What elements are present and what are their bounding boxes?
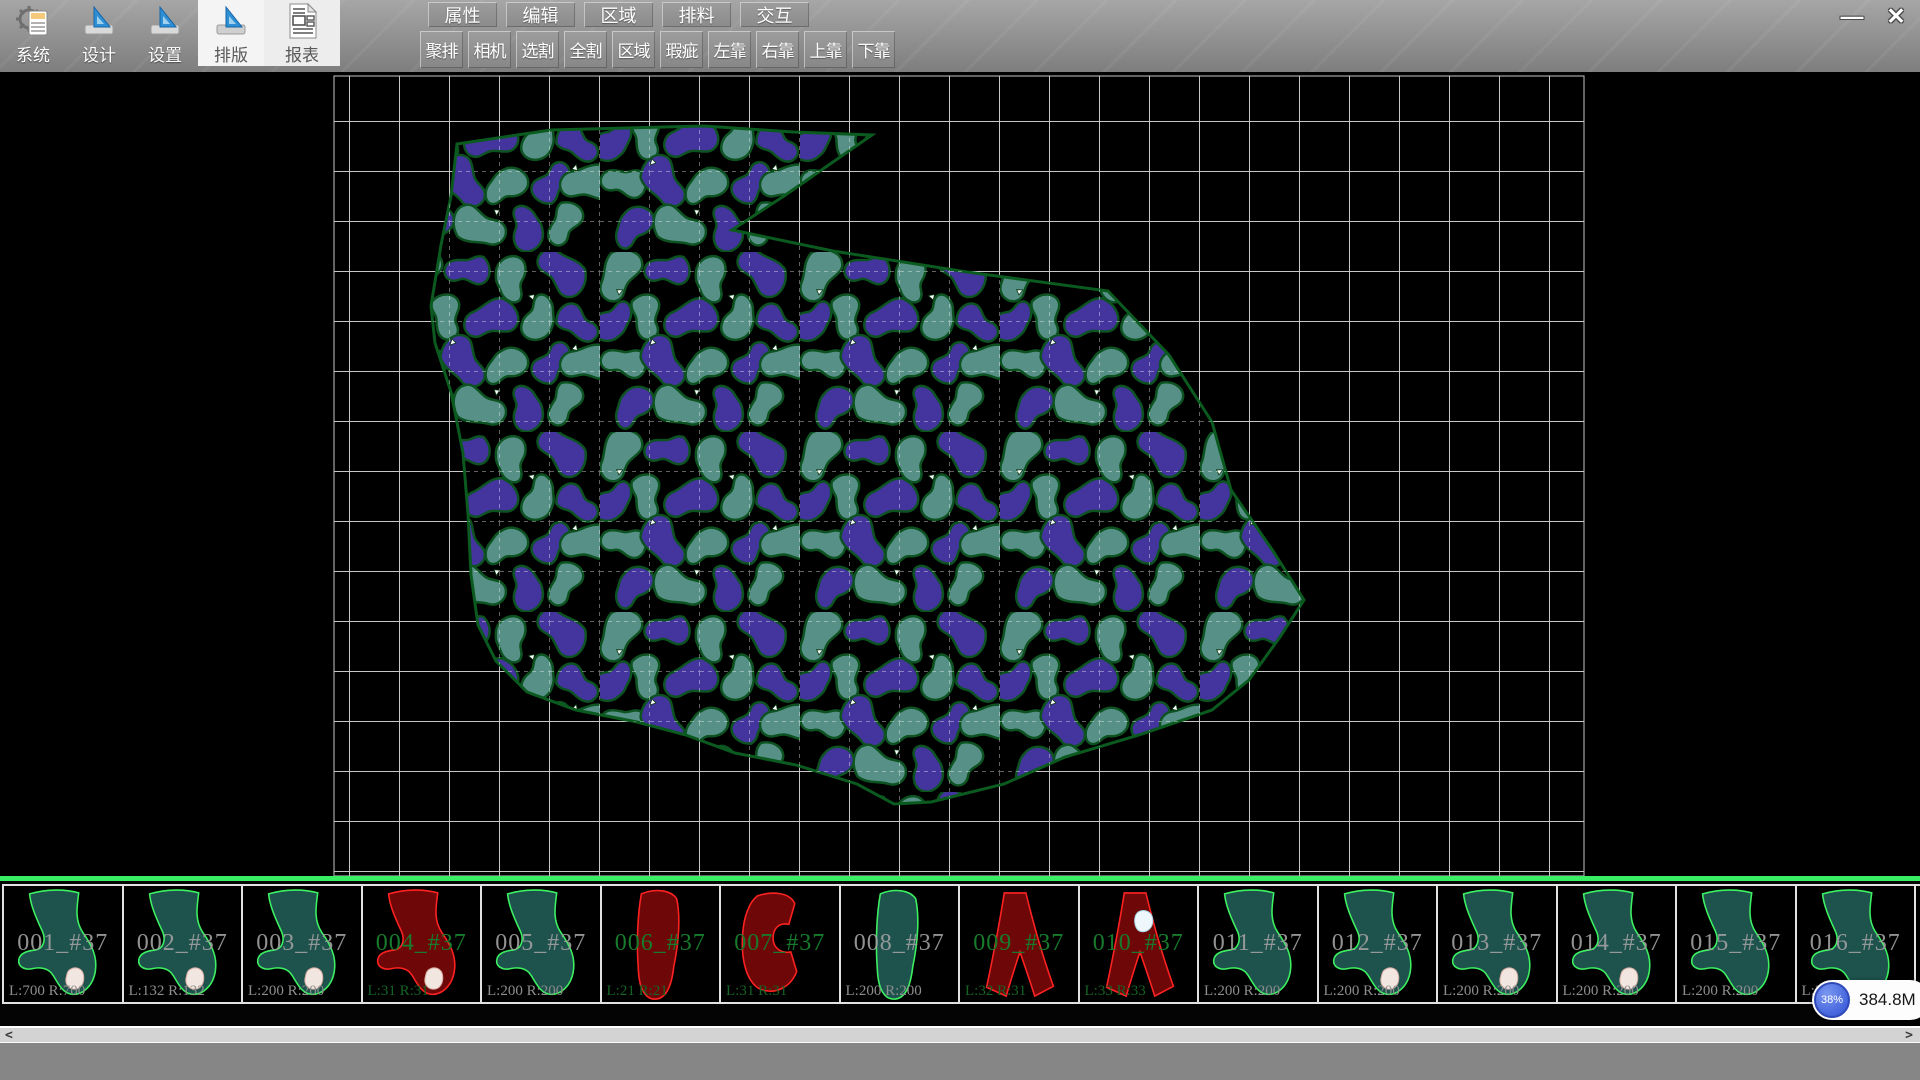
memory-size-label: 384.8M	[1859, 980, 1916, 1020]
piece-id-label: 004_#37	[363, 930, 481, 957]
piece-thumbnail[interactable]: 003_#37 L:200 R:200	[241, 884, 361, 1004]
piece-thumbnail-row: 001_#37 L:700 R:700 002_#37 L:132 R:132 …	[2, 884, 1920, 1004]
piece-id-label: 016_#37	[1797, 930, 1915, 957]
piece-thumbnail[interactable]: 013_#37 L:200 R:200	[1436, 884, 1556, 1004]
menu-properties[interactable]: 属性	[428, 2, 497, 27]
piece-thumbnail[interactable]: 015_#37 L:200 R:200	[1675, 884, 1795, 1004]
application-window: 系统 设计 设置	[0, 0, 1920, 1080]
horizontal-scrollbar[interactable]: < >	[0, 1026, 1920, 1043]
memory-usage-badge[interactable]: 38% 384.8M	[1812, 980, 1920, 1020]
tool-cut-all[interactable]: 全割	[564, 31, 607, 68]
menu-nesting[interactable]: 排料	[662, 2, 731, 27]
set-square-icon	[212, 2, 250, 40]
app-tab-label: 排版	[214, 41, 248, 66]
tool-camera[interactable]: 相机	[468, 31, 511, 68]
piece-thumbnail[interactable]: 006_#37 L:21 R:21	[600, 884, 720, 1004]
piece-thumbnail-strip: 001_#37 L:700 R:700 002_#37 L:132 R:132 …	[0, 881, 1920, 1026]
scroll-left-icon[interactable]: <	[5, 1028, 13, 1042]
piece-thumbnail[interactable]: 008_#37 L:200 R:200	[839, 884, 959, 1004]
piece-thumbnail[interactable]: 007_#37 L:31 R:31	[719, 884, 839, 1004]
piece-id-label: 005_#37	[482, 930, 600, 957]
piece-lr-label: L:31 R:31	[726, 983, 787, 1000]
piece-id-label: 017_#37	[1916, 930, 1920, 957]
piece-lr-label: L:200 R:200	[487, 983, 563, 1000]
piece-id-label: 011_#37	[1199, 930, 1317, 957]
canvas-drawing	[0, 72, 1920, 876]
piece-id-label: 001_#37	[4, 930, 122, 957]
piece-lr-label: L:200 R:200	[1563, 983, 1639, 1000]
piece-lr-label: L:200 R:200	[846, 983, 922, 1000]
toolbar: 聚排 相机 选割 全割 区域 瑕疵 左靠 右靠 上靠 下靠	[420, 31, 895, 68]
piece-thumbnail[interactable]: 001_#37 L:700 R:700	[2, 884, 122, 1004]
piece-id-label: 013_#37	[1438, 930, 1556, 957]
app-tab-label: 设置	[148, 41, 182, 66]
piece-id-label: 014_#37	[1558, 930, 1676, 957]
tool-align-left[interactable]: 左靠	[708, 31, 751, 68]
piece-id-label: 012_#37	[1319, 930, 1437, 957]
app-tab-design[interactable]: 设计	[66, 0, 132, 66]
piece-lr-label: L:200 R:200	[248, 983, 324, 1000]
app-tab-settings[interactable]: 设置	[132, 0, 198, 66]
piece-id-label: 010_#37	[1080, 930, 1198, 957]
piece-lr-label: L:200 R:200	[1443, 983, 1519, 1000]
app-tab-label: 设计	[82, 41, 116, 66]
app-tab-report[interactable]: 报表	[264, 0, 340, 66]
app-tab-bar: 系统 设计 设置	[0, 0, 340, 66]
tool-align-bottom[interactable]: 下靠	[852, 31, 895, 68]
piece-id-label: 006_#37	[602, 930, 720, 957]
app-tab-label: 报表	[285, 41, 319, 66]
tool-region[interactable]: 区域	[612, 31, 655, 68]
piece-lr-label: L:700 R:700	[9, 983, 85, 1000]
piece-thumbnail[interactable]: 014_#37 L:200 R:200	[1556, 884, 1676, 1004]
piece-thumbnail[interactable]: 002_#37 L:132 R:132	[122, 884, 242, 1004]
piece-lr-label: L:32 R:31	[965, 983, 1026, 1000]
report-document-icon	[283, 2, 321, 40]
piece-lr-label: L:200 R:200	[1324, 983, 1400, 1000]
scroll-right-icon[interactable]: >	[1905, 1028, 1913, 1042]
piece-id-label: 002_#37	[124, 930, 242, 957]
piece-id-label: 009_#37	[960, 930, 1078, 957]
piece-thumbnail[interactable]: 005_#37 L:200 R:200	[480, 884, 600, 1004]
piece-thumbnail[interactable]: 009_#37 L:32 R:31	[958, 884, 1078, 1004]
piece-id-label: 003_#37	[243, 930, 361, 957]
piece-id-label: 008_#37	[841, 930, 959, 957]
piece-lr-label: L:33 R:33	[1085, 983, 1146, 1000]
set-square-icon	[146, 2, 184, 40]
piece-thumbnail[interactable]: 012_#37 L:200 R:200	[1317, 884, 1437, 1004]
piece-lr-label: L:31 R:31	[368, 983, 429, 1000]
tool-align-right[interactable]: 右靠	[756, 31, 799, 68]
app-tab-label: 系统	[16, 41, 50, 66]
nesting-canvas[interactable]	[0, 72, 1920, 876]
piece-lr-label: L:200 R:200	[1682, 983, 1758, 1000]
piece-thumbnail[interactable]: 004_#37 L:31 R:31	[361, 884, 481, 1004]
menu-interactive[interactable]: 交互	[740, 2, 809, 27]
app-tab-nesting[interactable]: 排版	[198, 0, 264, 66]
tool-cluster-nest[interactable]: 聚排	[420, 31, 463, 68]
menu-region[interactable]: 区域	[584, 2, 653, 27]
memory-percent-indicator: 38%	[1814, 982, 1850, 1018]
menu-bar: 属性 编辑 区域 排料 交互	[428, 2, 809, 27]
tool-select-cut[interactable]: 选割	[516, 31, 559, 68]
system-gear-icon	[14, 2, 52, 40]
piece-lr-label: L:200 R:200	[1204, 983, 1280, 1000]
window-controls: — ✕	[1834, 1, 1914, 31]
menu-edit[interactable]: 编辑	[506, 2, 575, 27]
minimize-button[interactable]: —	[1834, 1, 1870, 31]
piece-lr-label: L:21 R:21	[607, 983, 668, 1000]
app-tab-system[interactable]: 系统	[0, 0, 66, 66]
piece-thumbnail[interactable]: 010_#37 L:33 R:33	[1078, 884, 1198, 1004]
tool-align-top[interactable]: 上靠	[804, 31, 847, 68]
piece-lr-label: L:132 R:132	[129, 983, 205, 1000]
status-bar	[0, 1043, 1920, 1080]
piece-id-label: 007_#37	[721, 930, 839, 957]
close-button[interactable]: ✕	[1878, 1, 1914, 31]
set-square-icon	[80, 2, 118, 40]
piece-thumbnail[interactable]: 011_#37 L:200 R:200	[1197, 884, 1317, 1004]
tool-defect[interactable]: 瑕疵	[660, 31, 703, 68]
piece-id-label: 015_#37	[1677, 930, 1795, 957]
